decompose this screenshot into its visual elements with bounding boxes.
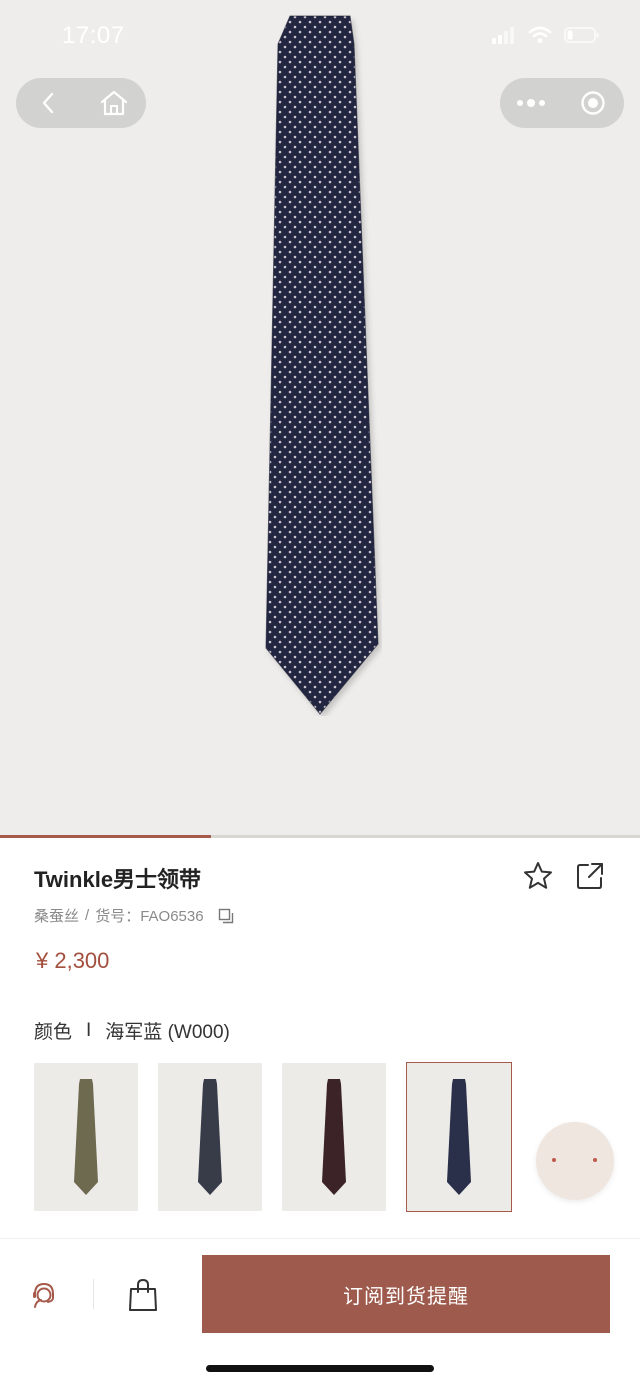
assistant-eye-right (593, 1158, 597, 1162)
share-icon (577, 863, 603, 889)
bottom-divider (93, 1279, 94, 1309)
product-title: Twinkle男士领带 (34, 867, 202, 892)
nav-capsule (16, 78, 146, 128)
color-separator: I (86, 1019, 92, 1041)
product-image-tie (265, 15, 379, 715)
more-button[interactable] (506, 81, 556, 125)
subscribe-restock-button[interactable]: 订阅到货提醒 (202, 1255, 610, 1333)
product-page: 17:07 Twinkle男士领带 桑蚕丝 / 货号：FAO6536 ¥ 2,3… (0, 0, 640, 1384)
target-icon (581, 91, 605, 115)
color-swatch[interactable] (34, 1063, 138, 1211)
color-swatch[interactable] (406, 1062, 512, 1212)
share-button[interactable] (574, 860, 606, 892)
miniprogram-capsule (500, 78, 624, 128)
assistant-eye-left (552, 1158, 556, 1162)
color-label: 颜色 (34, 1022, 73, 1043)
color-swatch[interactable] (282, 1063, 386, 1211)
status-time: 17:07 (62, 22, 125, 49)
copy-icon (218, 908, 233, 923)
battery-icon (564, 27, 599, 43)
back-button[interactable] (24, 81, 74, 125)
title-row: Twinkle男士领带 (34, 858, 614, 898)
more-icon (517, 99, 545, 107)
copy-sku-button[interactable] (218, 908, 234, 924)
swatch-tie-image (447, 1079, 471, 1195)
sku-text: 货号：FAO6536 (95, 908, 204, 925)
swatch-tie-image (74, 1079, 98, 1195)
gallery-progress-fill (0, 835, 212, 838)
shopping-bag-icon (129, 1278, 157, 1311)
swatch-tie-image (198, 1079, 222, 1195)
home-icon (100, 90, 127, 116)
material-text: 桑蚕丝 (34, 908, 80, 925)
floating-assistant-button[interactable] (536, 1122, 614, 1200)
customer-service-icon (33, 1282, 54, 1308)
product-image-gallery[interactable]: 17:07 (0, 0, 640, 838)
home-indicator (206, 1365, 434, 1372)
shopping-bag-button[interactable] (123, 1275, 163, 1315)
star-icon (524, 862, 552, 889)
product-meta: 桑蚕丝 / 货号：FAO6536 (34, 905, 234, 926)
status-icons (492, 26, 600, 44)
color-swatches (34, 1062, 512, 1212)
wifi-icon (528, 26, 552, 43)
close-miniprogram-button[interactable] (568, 81, 618, 125)
favorite-button[interactable] (522, 860, 554, 892)
swatch-tie-image (322, 1079, 346, 1195)
home-button[interactable] (89, 81, 139, 125)
back-icon (42, 92, 53, 114)
selected-color: 海军蓝 (W000) (105, 1022, 230, 1043)
product-price: ¥ 2,300 (36, 948, 110, 973)
bottom-action-bar: 订阅到货提醒 (0, 1238, 640, 1384)
signal-icon (492, 27, 514, 44)
meta-separator: / (85, 907, 90, 924)
color-selector-label: 颜色 I 海军蓝 (W000) (34, 1017, 230, 1044)
title-actions (522, 860, 606, 892)
gallery-progress (0, 835, 640, 838)
color-swatch[interactable] (158, 1063, 262, 1211)
customer-service-button[interactable] (24, 1275, 64, 1315)
